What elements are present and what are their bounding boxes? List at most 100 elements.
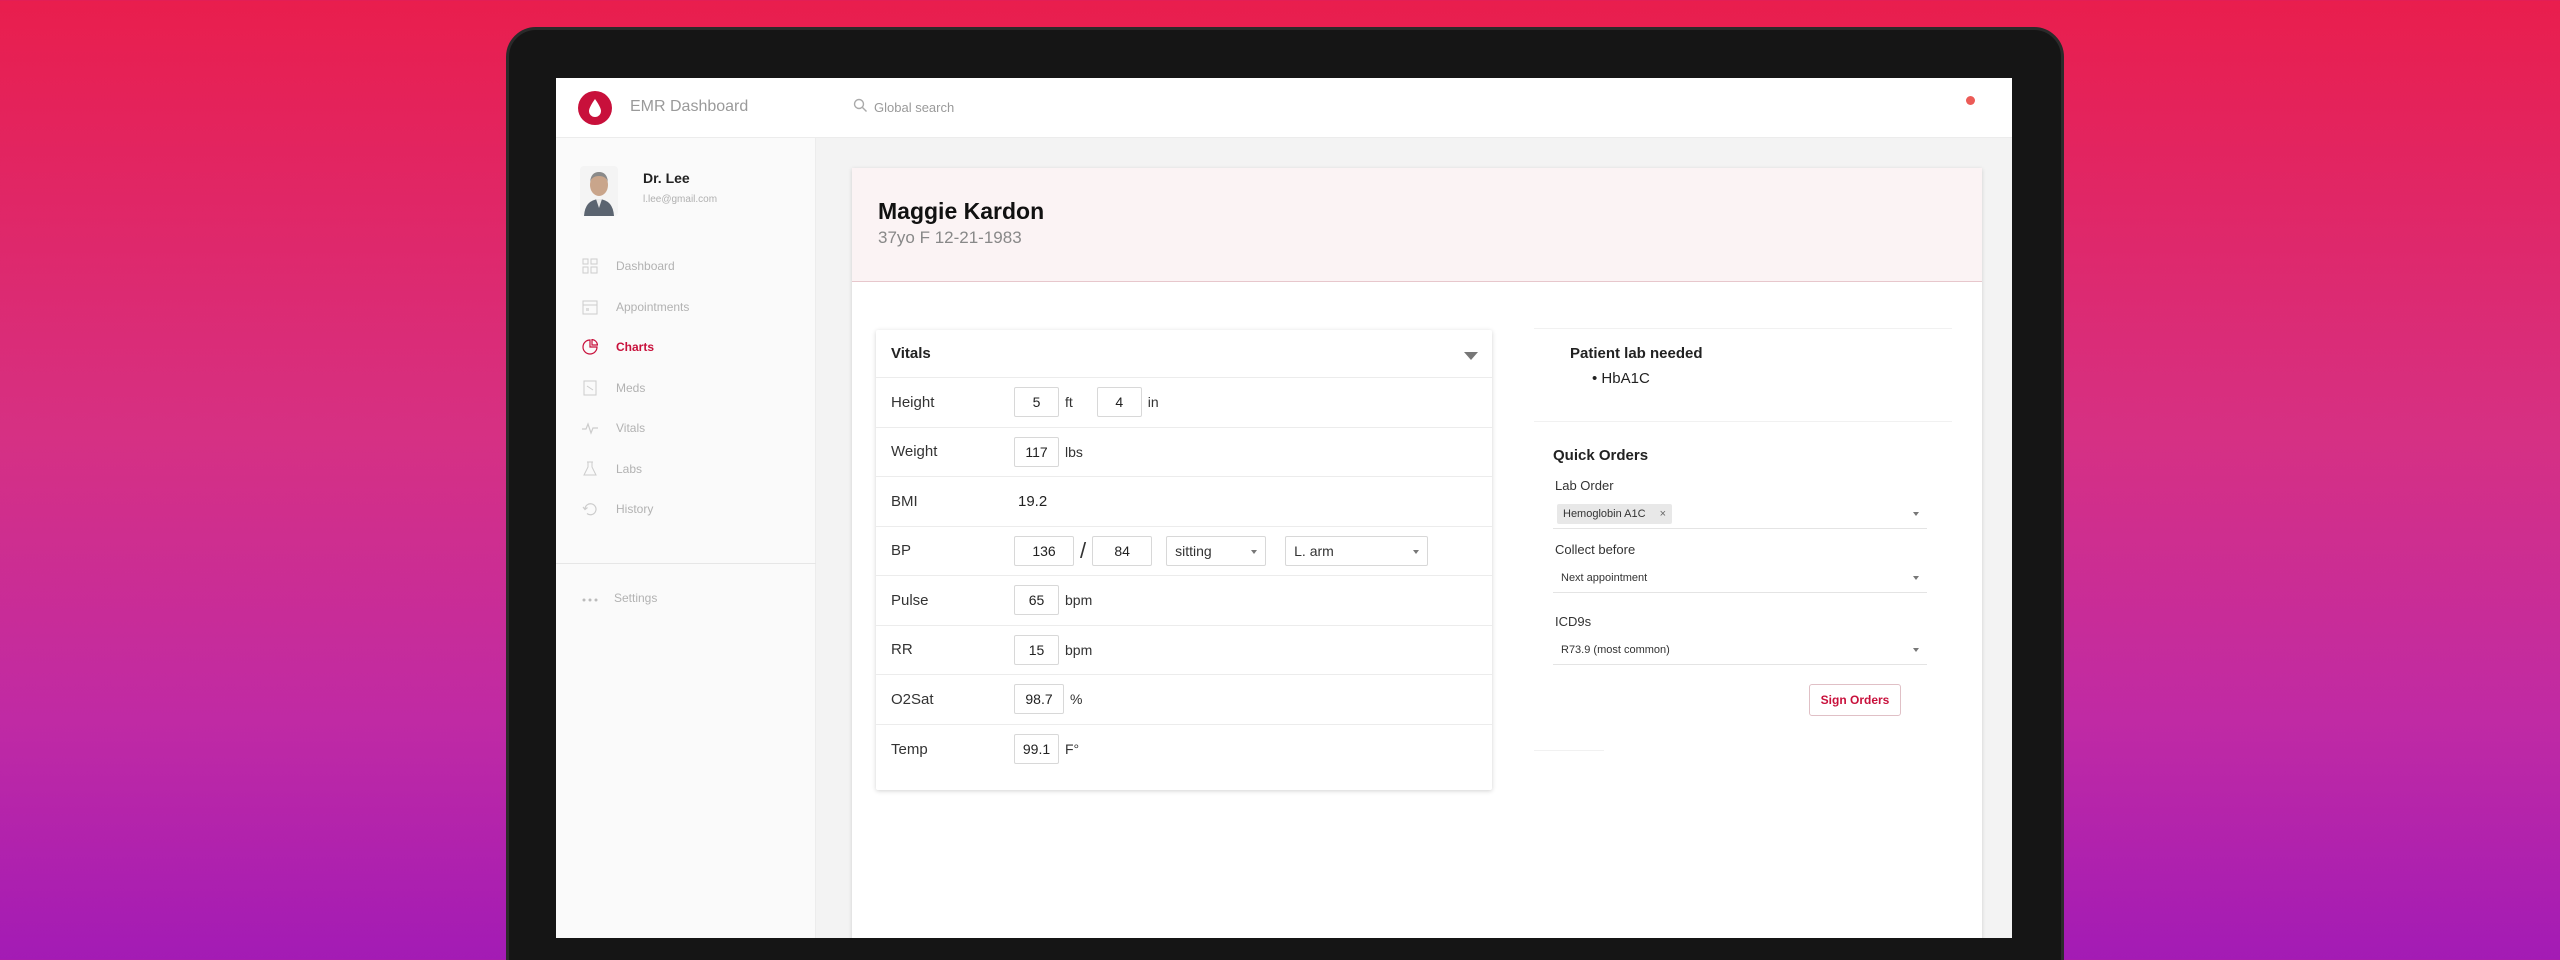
notification-dot[interactable] xyxy=(1966,96,1975,105)
height-in-input[interactable]: 4 xyxy=(1096,387,1142,418)
temp-input[interactable]: 99.1 xyxy=(1014,734,1059,765)
app-window: EMR Dashboard Dr. Lee l.lee@gmail.com xyxy=(556,78,2012,938)
vitals-row-o2sat: O2Sat 98.7 % xyxy=(876,675,1492,725)
vitals-row-bp: BP 136 / 84 sitting L. arm xyxy=(876,527,1492,576)
user-name: Dr. Lee xyxy=(643,170,690,186)
icd9-value: R73.9 (most common) xyxy=(1561,643,1670,656)
sidebar-item-label: Vitals xyxy=(616,421,646,436)
vitals-row-temp: Temp 99.1 F° xyxy=(876,725,1492,775)
chip-label: Hemoglobin A1C xyxy=(1563,507,1646,520)
more-dots-icon xyxy=(582,589,598,607)
icd9-label: ICD9s xyxy=(1555,614,1592,629)
sidebar-divider xyxy=(556,563,816,564)
caret-down-icon xyxy=(1913,648,1919,652)
global-search-input[interactable] xyxy=(874,95,1174,119)
sidebar-item-label: Charts xyxy=(616,340,655,355)
vitals-title: Vitals xyxy=(891,345,931,362)
sidebar-item-settings[interactable]: Settings xyxy=(582,589,657,607)
app-title: EMR Dashboard xyxy=(630,98,749,115)
bp-systolic-input[interactable]: 136 xyxy=(1014,535,1074,566)
lab-needed-title: Patient lab needed xyxy=(1570,345,1703,362)
sidebar-item-vitals[interactable]: Vitals xyxy=(556,408,816,449)
vitals-row-bmi: BMI 19.2 xyxy=(876,477,1492,527)
close-icon[interactable]: × xyxy=(1660,508,1666,520)
weight-label: Weight xyxy=(891,443,938,461)
patient-chart-card: Maggie Kardon 37yo F 12-21-1983 Vitals H… xyxy=(852,168,1982,938)
o2sat-input[interactable]: 98.7 xyxy=(1014,684,1064,715)
avatar[interactable] xyxy=(580,166,618,216)
weight-unit: lbs xyxy=(1065,443,1083,460)
lab-order-chip[interactable]: Hemoglobin A1C × xyxy=(1557,503,1672,524)
sidebar-item-appointments[interactable]: Appointments xyxy=(556,287,816,328)
quick-orders-title: Quick Orders xyxy=(1553,447,1649,464)
collect-before-select[interactable]: Next appointment xyxy=(1553,563,1927,593)
bp-position-select[interactable]: sitting xyxy=(1166,535,1267,566)
history-icon xyxy=(582,501,598,517)
rr-label: RR xyxy=(891,641,913,659)
o2sat-label: O2Sat xyxy=(891,690,934,708)
lab-needed-item: • HbA1C xyxy=(1592,370,1650,387)
temp-unit: F° xyxy=(1065,741,1080,758)
grid-icon xyxy=(582,258,598,274)
vitals-panel: Vitals Height 5 ft 4 in Weight 117 lbs B… xyxy=(876,330,1492,790)
caret-down-icon[interactable] xyxy=(1464,352,1478,360)
lab-order-label: Lab Order xyxy=(1555,478,1614,493)
caret-down-icon xyxy=(1251,549,1258,554)
weight-input[interactable]: 117 xyxy=(1014,436,1059,467)
sidebar-item-label: Meds xyxy=(616,380,646,395)
pie-chart-icon xyxy=(582,339,599,355)
bmi-value: 19.2 xyxy=(1018,492,1048,510)
caret-down-icon xyxy=(1913,576,1919,580)
bp-diastolic-input[interactable]: 84 xyxy=(1092,535,1153,566)
o2sat-unit: % xyxy=(1070,691,1083,708)
settings-label: Settings xyxy=(614,591,658,605)
patient-header: Maggie Kardon 37yo F 12-21-1983 xyxy=(852,168,1982,282)
pulse-unit: bpm xyxy=(1065,592,1093,609)
calendar-icon xyxy=(582,299,598,315)
sidebar-item-charts[interactable]: Charts xyxy=(556,327,816,368)
sidebar-item-dashboard[interactable]: Dashboard xyxy=(556,246,816,287)
pulse-label: Pulse xyxy=(891,591,929,609)
lab-order-select[interactable]: Hemoglobin A1C × xyxy=(1553,499,1927,529)
sidebar-item-labs[interactable]: Labs xyxy=(556,449,816,490)
sidebar-item-label: Labs xyxy=(616,461,643,476)
sidebar-item-label: Dashboard xyxy=(616,259,675,274)
vitals-row-rr: RR 15 bpm xyxy=(876,626,1492,675)
rr-unit: bpm xyxy=(1065,641,1093,658)
main-content: Maggie Kardon 37yo F 12-21-1983 Vitals H… xyxy=(816,138,2012,938)
flask-icon xyxy=(582,461,598,477)
caret-down-icon xyxy=(1913,512,1919,516)
vitals-header[interactable]: Vitals xyxy=(876,330,1492,378)
search-icon xyxy=(853,98,868,118)
pulse-icon xyxy=(582,420,598,436)
vitals-row-height: Height 5 ft 4 in xyxy=(876,378,1492,428)
vitals-row-pulse: Pulse 65 bpm xyxy=(876,576,1492,626)
icd9-select[interactable]: R73.9 (most common) xyxy=(1553,635,1927,665)
collect-before-label: Collect before xyxy=(1555,542,1636,557)
sidebar: Dr. Lee l.lee@gmail.com Dashboard Appoin… xyxy=(556,138,816,938)
rr-input[interactable]: 15 xyxy=(1014,634,1059,665)
logo-drop-icon[interactable] xyxy=(578,91,612,125)
height-ft-input[interactable]: 5 xyxy=(1014,387,1059,418)
sidebar-item-label: Appointments xyxy=(616,299,690,314)
height-in-unit: in xyxy=(1147,394,1159,411)
height-label: Height xyxy=(891,393,935,411)
sidebar-item-label: History xyxy=(616,502,654,517)
sidebar-item-meds[interactable]: Meds xyxy=(556,368,816,409)
user-email: l.lee@gmail.com xyxy=(643,194,718,205)
top-bar: EMR Dashboard xyxy=(556,78,2012,138)
bp-separator: / xyxy=(1080,537,1087,563)
patient-name: Maggie Kardon xyxy=(878,198,1045,224)
bp-site-select[interactable]: L. arm xyxy=(1285,535,1429,566)
bp-label: BP xyxy=(891,542,912,560)
height-ft-unit: ft xyxy=(1065,394,1073,411)
sidebar-item-history[interactable]: History xyxy=(556,489,816,530)
bmi-label: BMI xyxy=(891,492,918,510)
caret-down-icon xyxy=(1413,549,1420,554)
sign-orders-button[interactable]: Sign Orders xyxy=(1809,684,1901,716)
divider xyxy=(1534,750,1604,751)
pulse-input[interactable]: 65 xyxy=(1014,585,1059,616)
sidebar-nav: Dashboard Appointments Charts Meds Vital… xyxy=(556,246,816,530)
bp-position-value: sitting xyxy=(1175,542,1212,559)
bp-site-value: L. arm xyxy=(1294,542,1334,559)
